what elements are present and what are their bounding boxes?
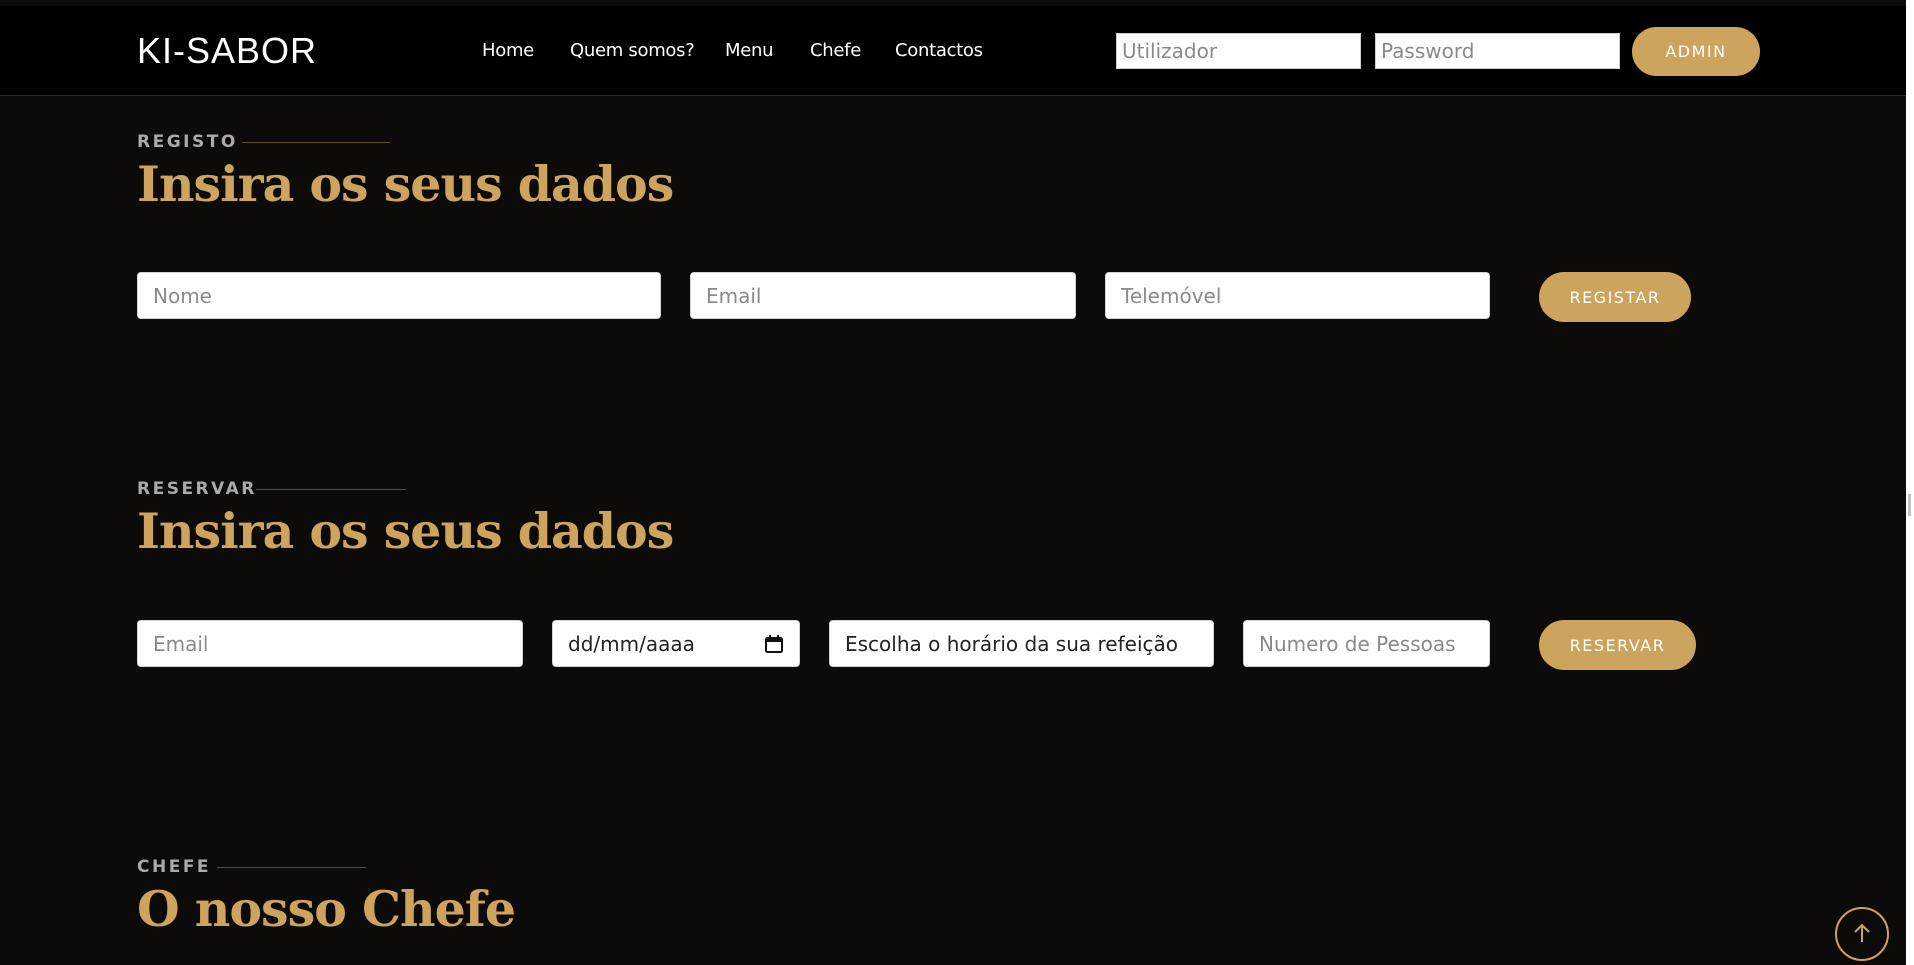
reservar-eyebrow-line <box>256 489 406 490</box>
username-input[interactable] <box>1116 33 1361 69</box>
date-format-text: dd/mm/aaaa <box>568 631 695 656</box>
scrollbar-thumb[interactable] <box>1908 494 1911 516</box>
calendar-icon[interactable] <box>764 634 784 654</box>
page: KI-SABOR Home Quem somos? Menu Chefe Con… <box>0 0 1914 965</box>
nav-link-contactos[interactable]: Contactos <box>895 40 983 61</box>
scrollbar-track[interactable] <box>1906 0 1914 965</box>
site-header: KI-SABOR Home Quem somos? Menu Chefe Con… <box>0 6 1906 96</box>
chefe-title: O nosso Chefe <box>137 880 516 938</box>
reservation-people-input[interactable] <box>1243 620 1490 667</box>
reservar-eyebrow: RESERVAR <box>137 479 257 499</box>
nav-link-chefe[interactable]: Chefe <box>810 40 861 61</box>
time-select-text: Escolha o horário da sua refeição <box>845 631 1178 656</box>
admin-button[interactable]: ADMIN <box>1632 27 1760 76</box>
register-phone-input[interactable] <box>1105 272 1490 319</box>
nav-link-menu[interactable]: Menu <box>725 40 774 61</box>
reservar-title: Insira os seus dados <box>137 502 674 560</box>
chefe-eyebrow-line <box>217 867 366 868</box>
registo-title: Insira os seus dados <box>137 155 674 213</box>
reservation-email-input[interactable] <box>137 620 523 667</box>
viewport: KI-SABOR Home Quem somos? Menu Chefe Con… <box>0 0 1906 965</box>
registo-eyebrow: REGISTO <box>137 132 238 152</box>
registo-eyebrow-line <box>242 142 390 143</box>
back-to-top-button[interactable] <box>1835 907 1889 961</box>
password-input[interactable] <box>1375 33 1620 69</box>
reservation-date-input[interactable]: dd/mm/aaaa <box>552 620 800 667</box>
reserve-button[interactable]: RESERVAR <box>1539 620 1696 670</box>
register-button[interactable]: REGISTAR <box>1539 272 1691 322</box>
nav-link-quem-somos[interactable]: Quem somos? <box>570 40 695 61</box>
nav-link-home[interactable]: Home <box>482 40 534 61</box>
arrow-up-icon <box>1852 922 1872 947</box>
reservation-time-select[interactable]: Escolha o horário da sua refeição <box>829 620 1214 667</box>
register-email-input[interactable] <box>690 272 1076 319</box>
chefe-eyebrow: CHEFE <box>137 857 212 877</box>
register-name-input[interactable] <box>137 272 661 319</box>
site-logo[interactable]: KI-SABOR <box>137 30 317 72</box>
